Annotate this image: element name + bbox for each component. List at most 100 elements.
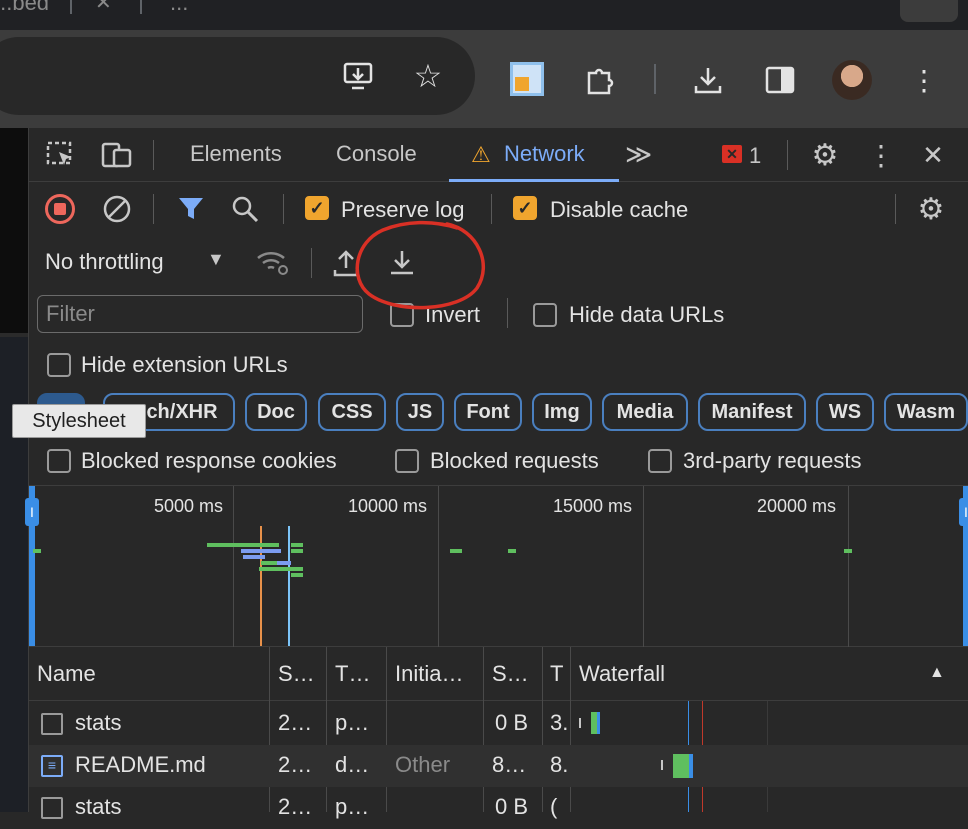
network-toolbar: ✓ Preserve log ✓ Disable cache ⚙	[29, 182, 968, 236]
fetch-icon	[41, 797, 63, 819]
type-chip-doc[interactable]: Doc	[245, 393, 307, 431]
separator	[787, 140, 788, 170]
tab-search-button[interactable]	[900, 0, 958, 22]
filter-funnel-icon[interactable]	[173, 192, 209, 226]
record-stop-icon[interactable]	[45, 194, 75, 224]
tab-elements[interactable]: Elements	[190, 141, 282, 167]
column-name[interactable]: Name	[37, 661, 96, 687]
table-row[interactable]: stats 2… p… 0 B 3.	[29, 703, 968, 745]
download-icon[interactable]	[688, 60, 728, 100]
request-bar	[277, 561, 291, 565]
request-bar	[291, 573, 303, 577]
type-chip-css[interactable]: CSS	[318, 393, 386, 431]
tooltip: Stylesheet	[12, 404, 146, 438]
network-conditions-icon[interactable]	[253, 246, 293, 278]
column-size[interactable]: S…	[492, 661, 529, 687]
table-row[interactable]: ≡ README.md 2… d… Other 8… 8.	[29, 745, 968, 787]
type-chip-ws[interactable]: WS	[816, 393, 874, 431]
hide-data-urls-checkbox[interactable]	[533, 303, 557, 327]
tab-strip: ...bed ✕ ...	[0, 0, 968, 30]
type-chip-img[interactable]: Img	[532, 393, 592, 431]
overview-right-handle[interactable]: I	[959, 486, 968, 646]
overview-left-handle[interactable]: I	[25, 486, 39, 646]
close-tab-icon[interactable]: ✕	[95, 0, 112, 15]
column-status[interactable]: S…	[278, 661, 315, 687]
search-icon[interactable]	[227, 192, 263, 226]
blocked-response-cookies-checkbox[interactable]	[47, 449, 71, 473]
chevron-down-icon[interactable]: ▼	[207, 249, 225, 270]
type-chip-media[interactable]: Media	[602, 393, 688, 431]
tab-title-fragment[interactable]: ...bed	[0, 0, 49, 16]
third-party-requests-checkbox[interactable]	[648, 449, 672, 473]
cell-time: (	[550, 794, 558, 819]
more-vertical-icon[interactable]: ⋮	[904, 60, 944, 100]
clear-icon[interactable]	[99, 192, 135, 226]
column-time[interactable]: T	[550, 661, 563, 687]
throttle-row: No throttling ▼	[29, 236, 968, 288]
waterfall-bar	[689, 754, 693, 778]
close-devtools-icon[interactable]: ✕	[915, 138, 951, 172]
throttling-select[interactable]: No throttling	[45, 249, 164, 275]
disable-cache-label[interactable]: Disable cache	[550, 197, 688, 223]
filter-input[interactable]	[37, 295, 363, 333]
network-overview-timeline[interactable]: 5000 ms 10000 ms 15000 ms 20000 ms I I	[25, 485, 968, 648]
error-count[interactable]: 1	[749, 143, 761, 169]
separator	[283, 194, 284, 224]
separator	[895, 194, 896, 224]
hide-extension-urls-label[interactable]: Hide extension URLs	[81, 352, 288, 378]
separator	[153, 194, 154, 224]
bookmark-star-icon[interactable]: ☆	[408, 56, 448, 96]
hide-data-urls-label[interactable]: Hide data URLs	[569, 302, 724, 328]
grid-line	[848, 486, 849, 648]
request-bar	[291, 549, 303, 553]
annotation-circle	[355, 220, 485, 310]
inspect-element-icon[interactable]	[43, 138, 79, 172]
separator	[491, 194, 492, 224]
column-type[interactable]: T…	[335, 661, 370, 687]
waterfall-bar	[673, 754, 689, 778]
column-initiator[interactable]: Initia…	[395, 661, 463, 687]
install-app-icon[interactable]	[340, 56, 380, 96]
omnibox[interactable]: ☆	[0, 37, 475, 115]
tab-console[interactable]: Console	[336, 141, 417, 167]
network-settings-gear-icon[interactable]: ⚙	[913, 192, 949, 226]
extension-app-icon[interactable]	[510, 62, 544, 96]
blocked-requests-label[interactable]: Blocked requests	[430, 448, 599, 474]
cell-time: 8.	[550, 752, 569, 777]
tick-label: 10000 ms	[348, 496, 428, 516]
type-chip-manifest[interactable]: Manifest	[698, 393, 806, 431]
sort-ascending-icon[interactable]: ▲	[929, 664, 945, 682]
devtools-tab-bar: Elements Console ⚠ Network ≫ ✕ 1 ⚙ ⋮ ✕	[29, 128, 968, 182]
side-panel-icon[interactable]	[760, 60, 800, 100]
blocked-requests-checkbox[interactable]	[395, 449, 419, 473]
request-bar	[844, 549, 852, 553]
type-chip-wasm[interactable]: Wasm	[884, 393, 968, 431]
cell-size: 0 B	[495, 794, 529, 819]
profile-avatar[interactable]	[832, 60, 872, 100]
more-options-icon[interactable]: ⋮	[863, 138, 899, 172]
disable-cache-checkbox[interactable]: ✓	[513, 196, 537, 220]
settings-gear-icon[interactable]: ⚙	[807, 138, 843, 172]
table-row[interactable]: stats 2… p… 0 B (	[29, 787, 968, 829]
type-chip-js[interactable]: JS	[396, 393, 444, 431]
hide-extension-urls-checkbox[interactable]	[47, 353, 71, 377]
page-content-edge	[0, 128, 28, 812]
request-bar	[450, 549, 462, 553]
cell-size: 0 B	[495, 710, 529, 735]
blocked-response-cookies-label[interactable]: Blocked response cookies	[81, 448, 337, 474]
grid-line	[643, 486, 644, 648]
toolbar-separator	[654, 64, 656, 94]
column-waterfall[interactable]: Waterfall	[579, 661, 665, 687]
device-toolbar-icon[interactable]	[99, 138, 135, 172]
error-icon[interactable]: ✕	[722, 145, 742, 163]
waterfall-queue	[579, 718, 581, 728]
third-party-requests-label[interactable]: 3rd-party requests	[683, 448, 862, 474]
load-event-line	[288, 526, 290, 646]
extension-puzzle-icon[interactable]	[580, 60, 620, 100]
preserve-log-checkbox[interactable]: ✓	[305, 196, 329, 220]
request-bar	[259, 567, 303, 571]
more-tabs-icon[interactable]: ≫	[625, 139, 652, 170]
tab-network[interactable]: Network	[504, 141, 585, 167]
tab-title-fragment[interactable]: ...	[170, 0, 188, 16]
type-chip-font[interactable]: Font	[454, 393, 522, 431]
